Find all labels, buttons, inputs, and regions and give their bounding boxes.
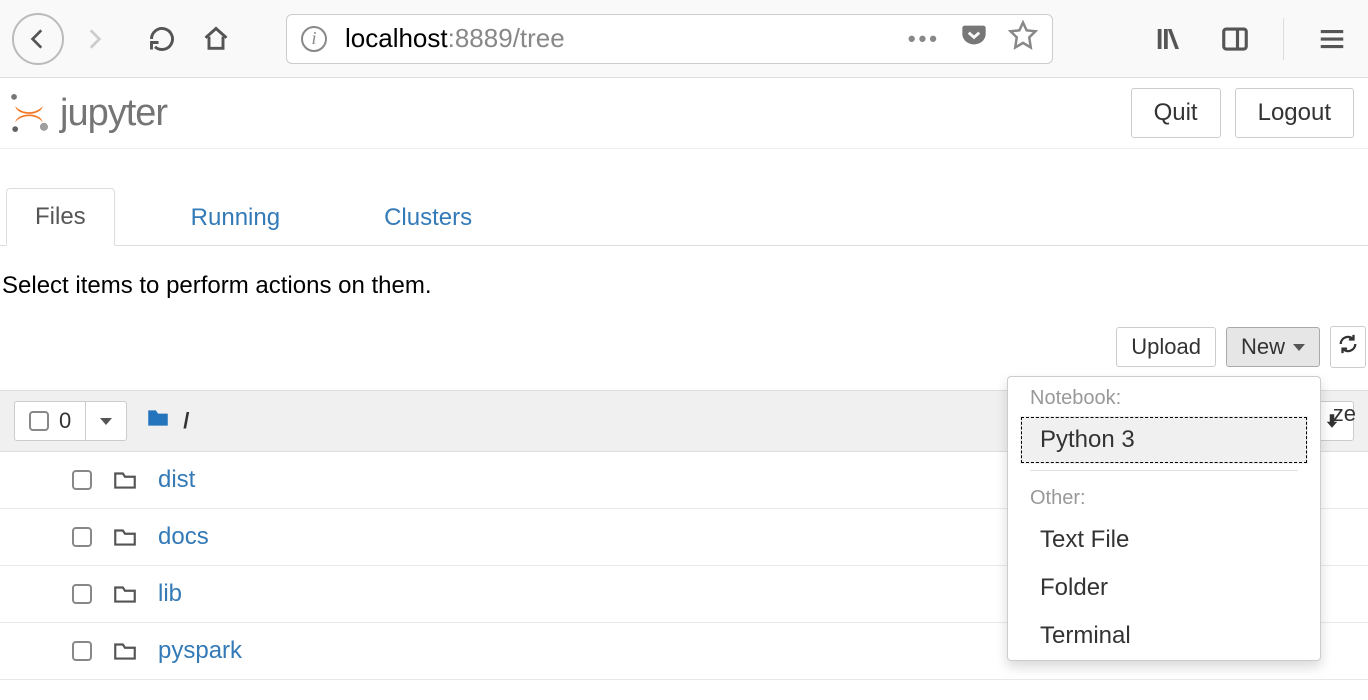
select-all-checkbox[interactable]	[29, 411, 49, 431]
toolbar: Upload New	[0, 326, 1368, 368]
folder-outline-icon	[112, 467, 138, 493]
url-bar[interactable]: i localhost:8889/tree •••	[286, 14, 1053, 64]
caret-down-icon	[100, 418, 112, 425]
dropdown-item-folder[interactable]: Folder	[1008, 564, 1320, 612]
quit-button[interactable]: Quit	[1131, 88, 1221, 138]
dropdown-item-terminal[interactable]: Terminal	[1008, 612, 1320, 660]
jupyter-header: jupyter Quit Logout	[0, 78, 1368, 149]
breadcrumb-root[interactable]: /	[183, 408, 189, 434]
size-column-partial: ze	[1333, 401, 1356, 427]
reload-button[interactable]	[138, 15, 186, 63]
dropdown-item-textfile[interactable]: Text File	[1008, 516, 1320, 564]
browser-toolbar: i localhost:8889/tree •••	[0, 0, 1368, 78]
file-name[interactable]: docs	[158, 523, 209, 551]
new-button-label: New	[1241, 334, 1285, 360]
page-actions-icon[interactable]: •••	[908, 26, 940, 52]
pocket-icon[interactable]	[960, 21, 988, 56]
logo-text: jupyter	[60, 92, 167, 135]
library-icon[interactable]	[1145, 15, 1193, 63]
refresh-button[interactable]	[1330, 326, 1366, 368]
hamburger-menu-icon[interactable]	[1308, 15, 1356, 63]
info-icon: i	[301, 26, 327, 52]
forward-button[interactable]	[70, 15, 118, 63]
row-checkbox[interactable]	[72, 641, 92, 661]
tab-clusters[interactable]: Clusters	[356, 190, 500, 246]
sidebar-icon[interactable]	[1211, 15, 1259, 63]
action-hint: Select items to perform actions on them.	[0, 246, 1368, 326]
select-type-dropdown[interactable]	[86, 402, 126, 440]
file-name[interactable]: lib	[158, 580, 182, 608]
tab-files[interactable]: Files	[6, 188, 115, 246]
select-all-group[interactable]: 0	[14, 401, 127, 441]
folder-icon[interactable]	[145, 405, 171, 437]
back-button[interactable]	[12, 13, 64, 65]
folder-outline-icon	[112, 524, 138, 550]
dropdown-section-other: Other:	[1008, 477, 1320, 516]
breadcrumb: /	[145, 405, 189, 437]
row-checkbox[interactable]	[72, 584, 92, 604]
selected-count: 0	[59, 408, 71, 434]
star-icon[interactable]	[1008, 20, 1038, 57]
upload-button[interactable]: Upload	[1116, 327, 1216, 367]
home-button[interactable]	[192, 15, 240, 63]
tab-running[interactable]: Running	[163, 190, 308, 246]
logout-button[interactable]: Logout	[1235, 88, 1354, 138]
folder-outline-icon	[112, 638, 138, 664]
url-text: localhost:8889/tree	[345, 23, 565, 54]
folder-outline-icon	[112, 581, 138, 607]
row-checkbox[interactable]	[72, 527, 92, 547]
main-tabs: Files Running Clusters	[0, 187, 1368, 246]
file-name[interactable]: dist	[158, 466, 195, 494]
divider	[1283, 18, 1284, 60]
dropdown-item-python3[interactable]: Python 3	[1020, 416, 1308, 464]
jupyter-logo[interactable]: jupyter	[6, 90, 167, 136]
new-button[interactable]: New	[1226, 327, 1320, 367]
dropdown-section-notebook: Notebook:	[1008, 377, 1320, 416]
caret-down-icon	[1293, 344, 1305, 351]
new-dropdown: Notebook: Python 3 Other: Text File Fold…	[1007, 376, 1321, 661]
dropdown-divider	[1030, 470, 1298, 471]
file-name[interactable]: pyspark	[158, 637, 242, 665]
row-checkbox[interactable]	[72, 470, 92, 490]
